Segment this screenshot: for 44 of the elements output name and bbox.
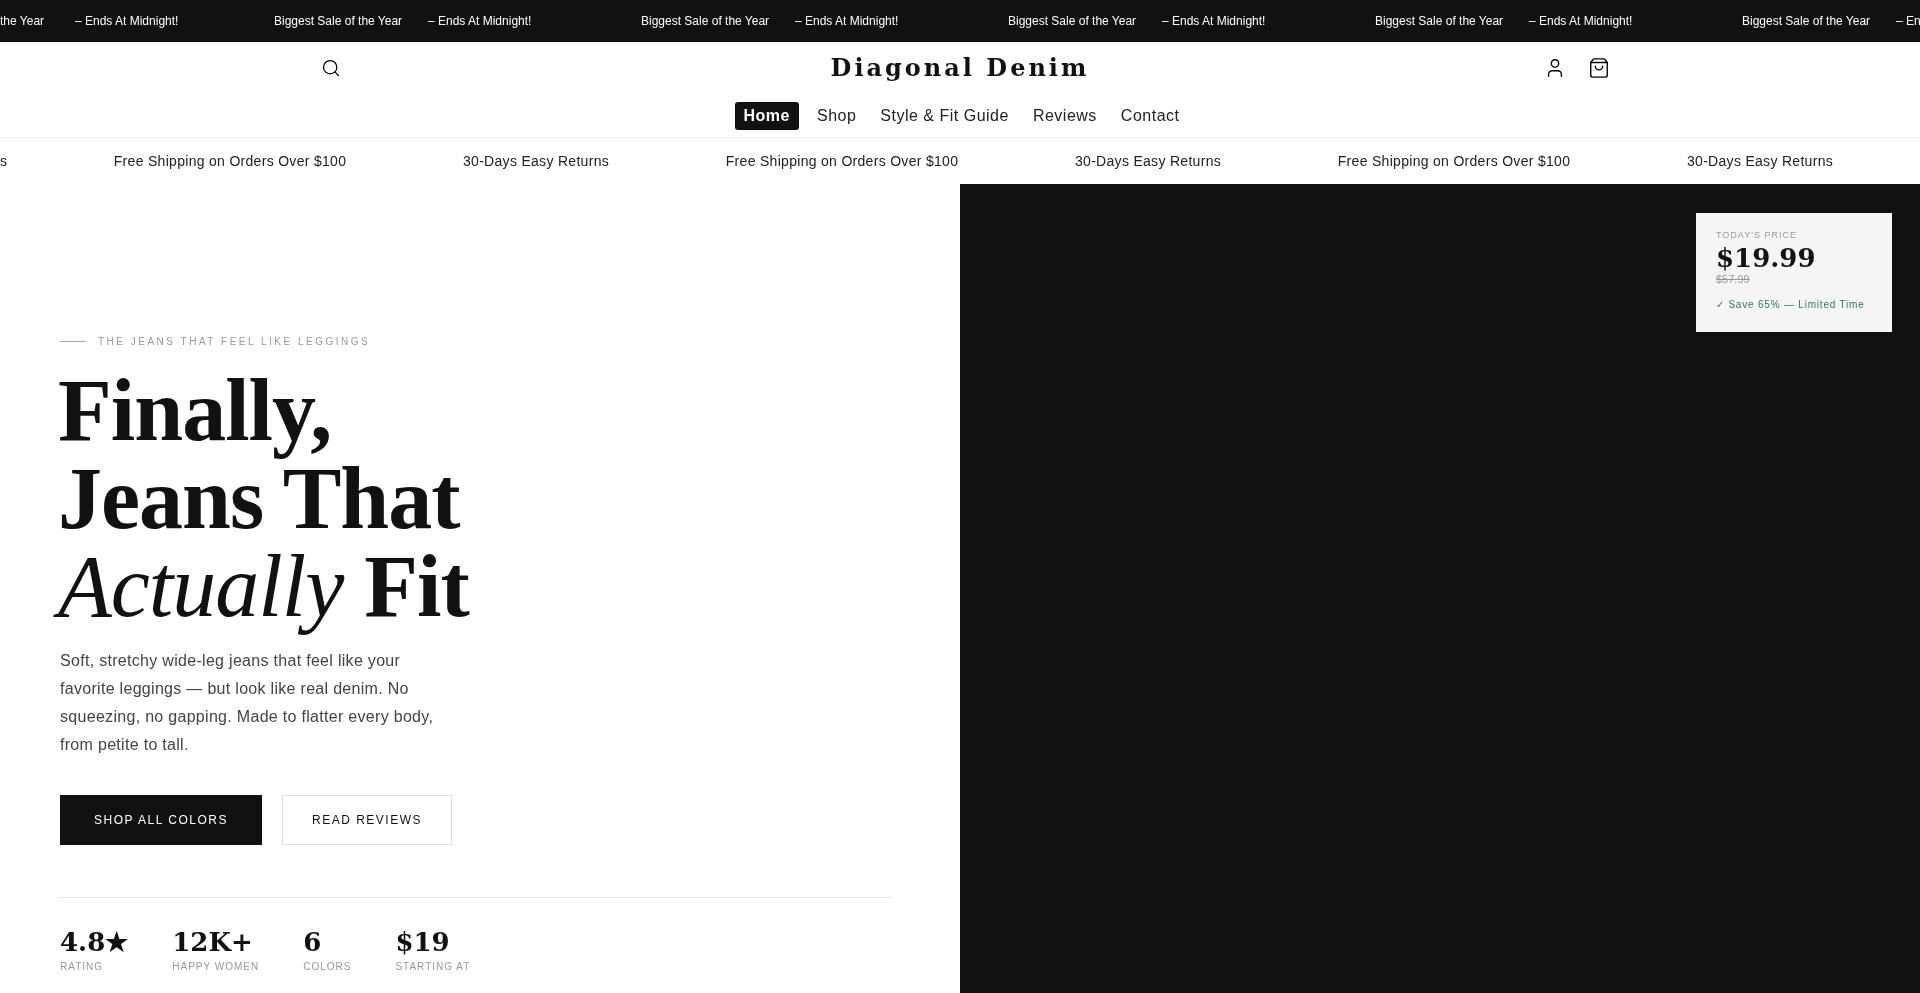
nav-link[interactable]: Style & Fit Guide (874, 102, 1015, 130)
shop-button[interactable]: SHOP ALL COLORS (60, 795, 262, 845)
perk-text: Free Shipping on Orders Over $100 (1337, 151, 1571, 171)
nav-link[interactable]: Shop (810, 102, 863, 130)
announcement-text: Biggest Sale of the Year (1008, 13, 1138, 30)
stat-label: HAPPY WOMEN (172, 960, 260, 974)
announcement-text: – En (1896, 13, 1920, 30)
reviews-button[interactable]: READ REVIEWS (282, 795, 452, 845)
stat-value: $19 (395, 928, 451, 956)
stat-label: COLORS (303, 960, 352, 974)
perk-text: 30-Days Easy Returns (1686, 151, 1834, 171)
announcement-text: – Ends At Midnight! (1162, 13, 1266, 30)
perk-text: Free Shipping on Orders Over $100 (113, 151, 347, 171)
stat-value: 6 (303, 928, 323, 956)
nav-link[interactable]: Home (734, 102, 799, 130)
announcement-text: – Ends At Midnight! (1529, 13, 1633, 30)
announcement-text: the Year (0, 13, 46, 30)
announcement-text: Biggest Sale of the Year (1742, 13, 1872, 30)
old-price: $57.99 (1716, 272, 1751, 285)
stat-value: 4.8★ (60, 928, 129, 956)
stat-label: RATING (60, 960, 105, 974)
announcement-text: – Ends At Midnight! (75, 13, 179, 30)
savings-text: ✓ Save 65% — Limited Time (1716, 297, 1866, 312)
announcement-text: – Ends At Midnight! (428, 13, 532, 30)
search-icon[interactable] (321, 58, 341, 78)
perk-text: 30-Days Easy Returns (462, 151, 610, 171)
logo[interactable]: Diagonal Denim (830, 50, 1090, 86)
announcement-text: Biggest Sale of the Year (274, 13, 404, 30)
nav-link[interactable]: Contact (1114, 102, 1186, 130)
hero-description: Soft, stretchy wide-leg jeans that feel like your favorite leggings — but look like real denim. No squeezing, no gapping. Made to flatter every body, from petite to tall. (60, 651, 435, 755)
announcement-text: – Ends At Midnight! (795, 13, 899, 30)
perk-text: 30-Days Easy Returns (1074, 151, 1222, 171)
cart-icon[interactable] (1588, 57, 1610, 79)
stat-value: 12K+ (172, 928, 254, 956)
eyebrow-text: THE JEANS THAT FEEL LIKE LEGGINGS (98, 335, 371, 349)
stat-label: STARTING AT (395, 960, 471, 974)
announcement-text: Biggest Sale of the Year (1375, 13, 1505, 30)
price-label: TODAY'S PRICE (1716, 229, 1798, 242)
hero-headline: Finally, Jeans That Actually Fit (46, 363, 481, 639)
announcement-text: Biggest Sale of the Year (641, 13, 771, 30)
perk-text: Free Shipping on Orders Over $100 (725, 151, 959, 171)
nav-link[interactable]: Reviews (1026, 102, 1103, 130)
perk-text: s (0, 151, 9, 171)
current-price: $19.99 (1716, 242, 1817, 273)
